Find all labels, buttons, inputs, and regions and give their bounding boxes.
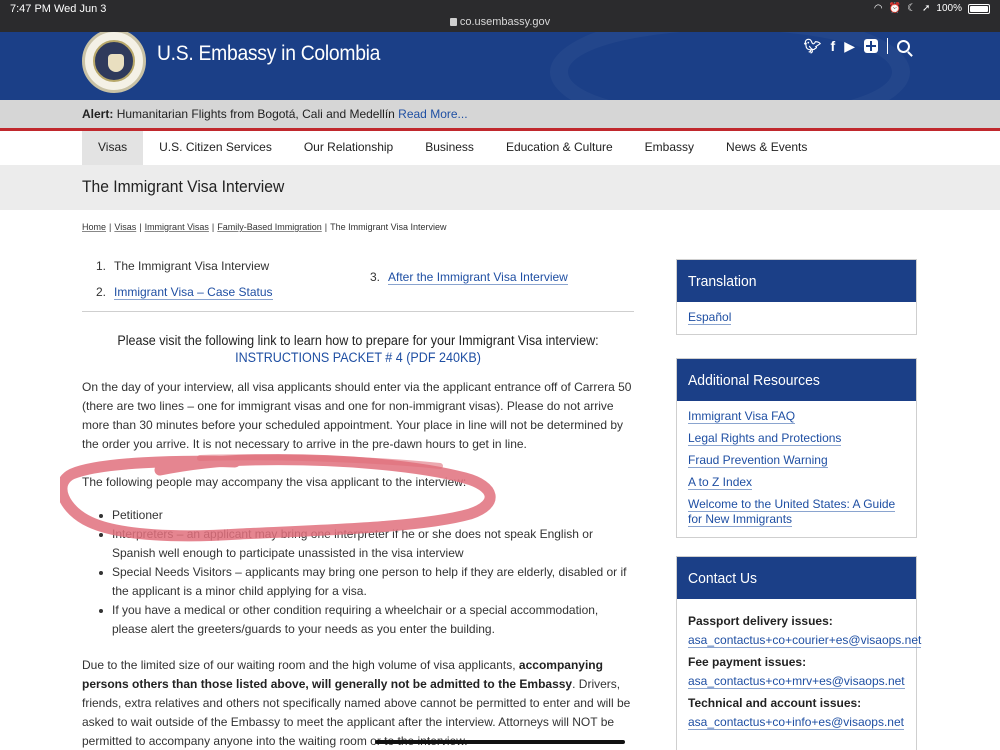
contact-label: Fee payment issues: xyxy=(688,655,807,669)
breadcrumb-current: The Immigrant Visa Interview xyxy=(330,222,447,232)
step-item-2[interactable]: 2. Immigrant Visa – Case Status xyxy=(96,285,273,300)
nav-item-citizen-services[interactable]: U.S. Citizen Services xyxy=(143,131,288,165)
clock: 7:47 PM xyxy=(10,3,51,15)
search-icon[interactable] xyxy=(897,39,910,53)
alert-banner: Alert: Humanitarian Flights from Bogotá,… xyxy=(0,100,1000,131)
list-item: Fraud Prevention Warning xyxy=(688,453,905,468)
breadcrumb-immigrant-visas[interactable]: Immigrant Visas xyxy=(145,222,209,232)
list-item: Welcome to the United States: A Guide fo… xyxy=(688,497,905,527)
alert-label: Alert: xyxy=(82,107,114,121)
contact-label: Passport delivery issues: xyxy=(688,614,833,628)
seal-inner xyxy=(93,40,135,82)
list-item: Interpreters – an applicant may bring on… xyxy=(96,525,634,563)
nav-item-visas[interactable]: Visas xyxy=(82,131,144,165)
widget-title: Translation xyxy=(677,260,916,302)
battery-icon xyxy=(968,3,990,14)
resource-link-fraud[interactable]: Fraud Prevention Warning xyxy=(688,453,828,468)
eagle-icon xyxy=(108,54,124,72)
contact-widget: Contact Us Passport delivery issues: asa… xyxy=(676,556,922,750)
list-item: Special Needs Visitors – applicants may … xyxy=(96,563,634,601)
site-title[interactable]: U.S. Embassy in Colombia xyxy=(157,42,380,66)
interview-steps: 1. The Immigrant Visa Interview 2. Immigra… xyxy=(82,250,634,312)
widget-title: Additional Resources xyxy=(677,359,916,401)
nav-item-education-culture[interactable]: Education & Culture xyxy=(490,131,629,165)
step-link[interactable]: Immigrant Visa – Case Status xyxy=(114,285,273,300)
site-header: U.S. Embassy in Colombia 🐦︎ f ▶ xyxy=(0,32,1000,100)
arrival-paragraph: On the day of your interview, all visa a… xyxy=(82,380,632,451)
step-item-3[interactable]: 3. After the Immigrant Visa Interview xyxy=(370,270,568,285)
resource-link-legal-rights[interactable]: Legal Rights and Protections xyxy=(688,431,842,446)
breadcrumb-family-based[interactable]: Family-Based Immigration xyxy=(217,222,322,232)
page-title: The Immigrant Visa Interview xyxy=(82,177,285,196)
main-nav: Visas U.S. Citizen Services Our Relation… xyxy=(0,131,1000,165)
step-link[interactable]: After the Immigrant Visa Interview xyxy=(388,270,568,285)
alarm-icon: ⏰ xyxy=(888,3,902,14)
list-item: Immigrant Visa FAQ xyxy=(688,409,905,424)
resource-link-a-to-z[interactable]: A to Z Index xyxy=(688,475,753,490)
breadcrumb-visas[interactable]: Visas xyxy=(114,222,136,232)
resources-widget: Additional Resources Immigrant Visa FAQ … xyxy=(676,358,917,538)
alert-read-more-link[interactable]: Read More... xyxy=(398,107,467,121)
device-status-bar: 7:47 PM Wed Jun 3 co.usembassy.gov ◠ ⏰ ☾… xyxy=(0,0,1000,32)
instructions-packet-link[interactable]: INSTRUCTIONS PACKET # 4 (PDF 240KB) xyxy=(235,350,481,365)
step-label: The Immigrant Visa Interview xyxy=(114,259,270,273)
home-indicator[interactable] xyxy=(375,740,625,744)
more-social-icon[interactable] xyxy=(864,39,878,53)
divider xyxy=(887,38,888,54)
contact-label: Technical and account issues: xyxy=(688,696,862,710)
wifi-icon: ◠ xyxy=(873,3,883,14)
instructions-line: Please visit the following link to learn… xyxy=(101,332,614,366)
location-icon: ➚ xyxy=(922,3,931,14)
nav-item-business[interactable]: Business xyxy=(409,131,490,165)
waiting-room-paragraph: Due to the limited size of our waiting r… xyxy=(82,658,631,748)
breadcrumb: Home | Visas | Immigrant Visas | Family-Based … xyxy=(82,222,447,232)
widget-title: Contact Us xyxy=(677,557,916,599)
youtube-icon[interactable]: ▶ xyxy=(844,38,855,54)
contact-email-link[interactable]: asa_contactus+co+mrv+es@visaops.net xyxy=(688,674,905,689)
translation-widget: Translation Español xyxy=(676,259,917,335)
list-item: Petitioner xyxy=(96,506,634,525)
resource-link-welcome-guide[interactable]: Welcome to the United States: A Guide fo… xyxy=(688,497,896,527)
espanol-link[interactable]: Español xyxy=(688,310,732,325)
status-icons: ◠ ⏰ ☾ ➚ 100% xyxy=(874,3,990,14)
contact-email-link[interactable]: asa_contactus+co+info+es@visaops.net xyxy=(688,715,904,730)
main-content: 1. The Immigrant Visa Interview 2. Immigra… xyxy=(82,250,634,750)
breadcrumb-home[interactable]: Home xyxy=(82,222,106,232)
nav-item-news-events[interactable]: News & Events xyxy=(710,131,823,165)
moon-icon: ☾ xyxy=(907,3,917,14)
list-item: If you have a medical or other condition… xyxy=(96,601,634,639)
twitter-icon[interactable]: 🐦︎ xyxy=(804,38,822,54)
step-item-1: 1. The Immigrant Visa Interview xyxy=(96,259,270,273)
accompany-list: Petitioner Interpreters – an applicant m… xyxy=(96,506,634,639)
resource-link-faq[interactable]: Immigrant Visa FAQ xyxy=(688,409,796,424)
contact-email-link[interactable]: asa_contactus+co+courier+es@visaops.net xyxy=(688,633,922,648)
page-title-bar: The Immigrant Visa Interview xyxy=(0,165,1000,210)
embassy-seal-logo[interactable] xyxy=(82,32,146,93)
lock-icon xyxy=(449,18,457,26)
battery-percent: 100% xyxy=(936,3,962,14)
accompany-paragraph: The following people may accompany the v… xyxy=(82,475,467,489)
list-item: A to Z Index xyxy=(688,475,905,490)
url-text: co.usembassy.gov xyxy=(459,16,551,28)
alert-text: Alert: Humanitarian Flights from Bogotá,… xyxy=(82,107,468,121)
address-bar[interactable]: co.usembassy.gov xyxy=(0,16,1000,28)
nav-item-embassy[interactable]: Embassy xyxy=(629,131,710,165)
resources-list: Immigrant Visa FAQ Legal Rights and Prot… xyxy=(688,409,905,527)
date: Wed Jun 3 xyxy=(54,3,107,15)
nav-item-our-relationship[interactable]: Our Relationship xyxy=(288,131,409,165)
facebook-icon[interactable]: f xyxy=(831,38,836,54)
alert-message: Humanitarian Flights from Bogotá, Cali a… xyxy=(116,107,395,121)
instructions-text: Please visit the following link to learn… xyxy=(117,333,599,348)
social-links: 🐦︎ f ▶ xyxy=(804,38,910,54)
list-item: Legal Rights and Protections xyxy=(688,431,905,446)
